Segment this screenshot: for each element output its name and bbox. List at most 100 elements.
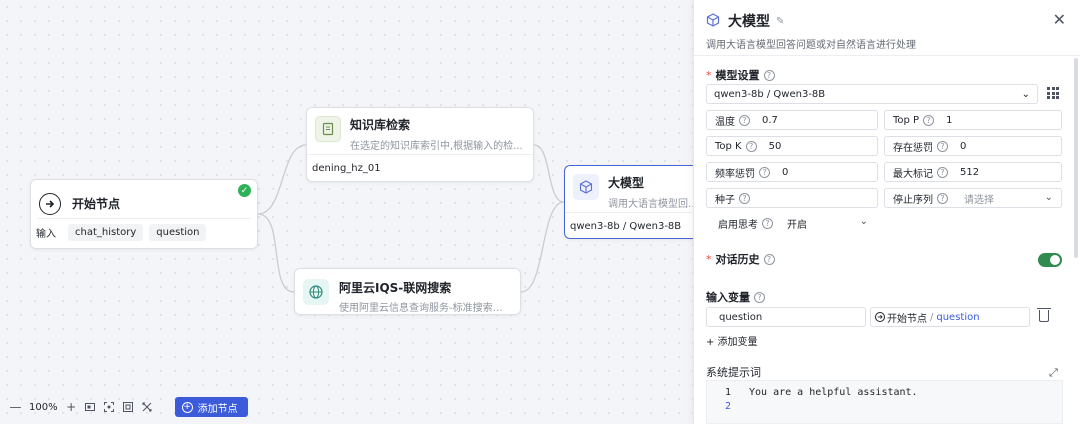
frequency-penalty-field[interactable]: 频率惩罚? 0 [706, 162, 878, 182]
edit-icon[interactable]: ✎ [776, 16, 784, 27]
system-prompt-label: 系统提示词 [706, 366, 761, 379]
thinking-select[interactable]: 启用思考? 开启 ⌄ [710, 213, 882, 233]
start-node-title: 开始节点 [72, 197, 121, 211]
model-settings-heading: * 模型设置 ? [706, 67, 775, 83]
model-settings-label: 模型设置 [715, 69, 760, 82]
help-icon[interactable]: ? [759, 166, 770, 178]
edge-kb-llm [533, 144, 565, 203]
auto-arrange-icon[interactable] [138, 397, 157, 417]
search-node-desc: 使用阿里云信息查询服务-标准搜索对... [339, 303, 512, 314]
scrollbar[interactable] [1074, 58, 1078, 258]
search-node-title: 阿里云IQS-联网搜索 [339, 281, 452, 295]
edge-start-search [257, 213, 295, 293]
system-prompt-editor[interactable]: 1 You are a helpful assistant. 2 [706, 380, 1063, 424]
input-label: 输入 [36, 229, 56, 240]
model-select-value: qwen3-8b / Qwen3-8B [714, 88, 826, 100]
top-p-label: Top P [893, 114, 920, 126]
temperature-field[interactable]: 温度? 0.7 [706, 110, 878, 130]
code-line-text: You are a helpful assistant. [749, 386, 918, 398]
globe-icon [303, 279, 329, 305]
model-select[interactable]: qwen3-8b / Qwen3-8B ⌄ [706, 84, 1038, 104]
grid-icon[interactable] [1046, 86, 1060, 100]
edge-search-llm [520, 201, 565, 293]
variable-ref-node: 开始节点 [887, 313, 927, 325]
help-icon[interactable]: ? [937, 192, 948, 204]
layout-icon[interactable] [119, 397, 138, 417]
chevron-down-icon: ⌄ [1021, 88, 1030, 100]
max-tokens-field[interactable]: 最大标记? 512 [884, 162, 1062, 182]
fit-view-icon[interactable] [100, 397, 119, 417]
zoom-level: 100% [29, 401, 58, 413]
system-prompt-heading: 系统提示词 [706, 364, 761, 380]
help-icon[interactable]: ? [739, 192, 750, 204]
divider [694, 55, 1080, 56]
canvas-toolbar: — 100% + + 添加节点 [6, 396, 248, 418]
thinking-value: 开启 [787, 219, 807, 231]
help-icon[interactable]: ? [745, 140, 757, 152]
help-icon[interactable]: ? [763, 69, 775, 81]
cube-icon [706, 12, 720, 30]
llm-node-desc: 调用大语言模型回答问题或对自然语言进行处理 [608, 199, 704, 210]
help-icon[interactable]: ? [739, 114, 750, 126]
cube-icon [573, 174, 599, 200]
temperature-label: 温度 [715, 116, 735, 128]
top-k-label: Top K [715, 140, 742, 152]
variable-ref-name: question [936, 311, 980, 323]
trash-icon[interactable] [1037, 308, 1051, 322]
panel-title: 大模型 [728, 14, 770, 30]
book-icon [315, 116, 341, 142]
presence-penalty-field[interactable]: 存在惩罚? 0 [884, 136, 1062, 156]
frequency-penalty-value: 0 [782, 166, 789, 178]
panel-desc: 调用大语言模型回答问题或对自然语言进行处理 [706, 40, 916, 51]
top-p-field[interactable]: Top P? 1 [884, 110, 1062, 130]
temperature-value: 0.7 [762, 114, 778, 126]
arrow-right-circle-icon: ➜ [875, 312, 885, 322]
help-icon[interactable]: ? [762, 217, 773, 229]
variable-reference-select[interactable]: ➜ 开始节点 / question [870, 307, 1030, 327]
minimap-icon[interactable] [81, 397, 100, 417]
top-k-value: 50 [768, 140, 782, 152]
add-variable-button[interactable]: + 添加变量 [706, 333, 758, 348]
chevron-down-icon: ⌄ [1044, 192, 1053, 203]
required-mark: * [706, 68, 712, 82]
line-number: 2 [724, 400, 731, 412]
top-k-field[interactable]: Top K? 50 [706, 136, 878, 156]
kb-node-index: dening_hz_01 [312, 163, 381, 174]
add-node-button[interactable]: + 添加节点 [174, 397, 248, 417]
chat-history-toggle[interactable] [1038, 253, 1062, 267]
kb-node-desc: 在选定的知识库索引中,根据输入的检... [350, 141, 523, 152]
start-node[interactable]: 开始节点 ✓ 输入 chat_history question [30, 179, 258, 249]
expand-icon[interactable]: ⤢ [1049, 366, 1058, 380]
code-line: 2 [707, 399, 1062, 413]
presence-penalty-value: 0 [960, 140, 967, 152]
web-search-node[interactable]: 阿里云IQS-联网搜索 使用阿里云信息查询服务-标准搜索对... [294, 268, 521, 315]
help-icon[interactable]: ? [923, 114, 935, 126]
max-tokens-label: 最大标记 [893, 168, 933, 180]
help-icon[interactable]: ? [754, 291, 765, 303]
close-icon[interactable]: ✕ [1053, 10, 1066, 29]
success-check-icon: ✓ [238, 184, 251, 197]
plus-icon: + [181, 401, 193, 413]
llm-node[interactable]: 大模型 调用大语言模型回答问题或对自然语言进行处理 qwen3-8b / Qwe… [564, 165, 704, 239]
stop-sequence-label: 停止序列 [893, 194, 933, 206]
llm-node-title: 大模型 [608, 176, 645, 190]
llm-node-model: qwen3-8b / Qwen3-8B [570, 221, 682, 232]
help-icon[interactable]: ? [937, 140, 948, 152]
variable-name-input[interactable]: question [706, 307, 866, 327]
help-icon[interactable]: ? [937, 166, 948, 178]
arrow-right-circle-icon [39, 192, 61, 215]
frequency-penalty-label: 频率惩罚 [715, 168, 755, 180]
stop-sequence-select[interactable]: 停止序列? 请选择 ⌄ [884, 188, 1062, 208]
zoom-out-button[interactable]: — [6, 397, 25, 417]
top-p-value: 1 [946, 114, 953, 126]
input-variables-label: 输入变量 [706, 291, 750, 304]
zoom-in-button[interactable]: + [62, 397, 81, 417]
max-tokens-value: 512 [960, 166, 980, 178]
input-tag-chat-history: chat_history [68, 224, 144, 241]
chat-history-label: 对话历史 [715, 253, 760, 266]
seed-field[interactable]: 种子? [706, 188, 878, 208]
help-icon[interactable]: ? [763, 253, 775, 265]
stop-sequence-placeholder: 请选择 [964, 194, 994, 206]
thinking-label: 启用思考 [718, 219, 758, 231]
kb-retrieval-node[interactable]: 知识库检索 在选定的知识库索引中,根据输入的检... dening_hz_01 [306, 107, 534, 182]
